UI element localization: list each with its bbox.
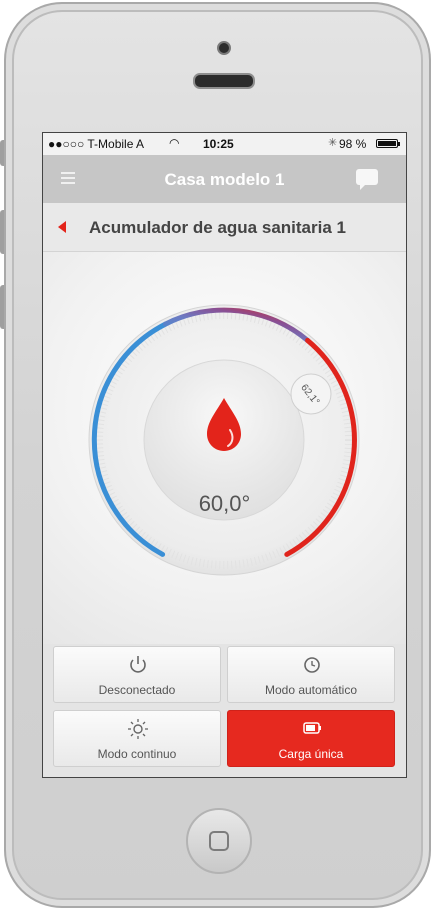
subheader: Acumulador de agua sanitaria 1 — [43, 203, 406, 252]
wifi-icon: ◠ — [169, 136, 180, 150]
mode-auto-button[interactable]: Modo automático — [227, 646, 395, 703]
mode-continuous-button[interactable]: Modo continuo — [53, 710, 221, 767]
sun-icon — [128, 719, 148, 739]
current-temperature: 60,0° — [198, 491, 251, 516]
back-arrow-icon[interactable] — [58, 221, 66, 233]
carrier-label: ●●○○○ T-Mobile A — [48, 137, 145, 151]
mode-continuous-label: Modo continuo — [97, 747, 177, 761]
power-icon — [130, 656, 146, 673]
clock-icon — [304, 657, 320, 673]
status-time: 10:25 — [203, 137, 234, 151]
app-screen: ●●○○○ T-Mobile A ◠ 10:25 ✳ 98 % Casa mod… — [42, 132, 407, 778]
mode-single-charge-button[interactable]: Carga única — [227, 710, 395, 767]
phone-frame: ●●○○○ T-Mobile A ◠ 10:25 ✳ 98 % Casa mod… — [0, 0, 437, 912]
chat-icon[interactable] — [356, 169, 378, 190]
mode-single-charge-label: Carga única — [278, 747, 344, 761]
temperature-dial[interactable]: 62,1° — [43, 252, 406, 644]
navbar: Casa modelo 1 — [43, 155, 406, 203]
mode-buttons: Desconectado Modo automático Modo contin… — [43, 644, 406, 777]
page-title: Casa modelo 1 — [164, 170, 285, 189]
battery-icon — [376, 139, 400, 148]
thermostat-panel: 62,1° 60,0° — [43, 252, 406, 644]
mode-off-button[interactable]: Desconectado — [53, 646, 221, 703]
battery-percent: 98 % — [339, 137, 367, 151]
status-bar: ●●○○○ T-Mobile A ◠ 10:25 ✳ 98 % — [43, 133, 406, 155]
home-square-icon — [209, 831, 229, 851]
home-button[interactable] — [186, 808, 252, 874]
battery-icon — [303, 722, 321, 734]
mode-off-label: Desconectado — [98, 683, 176, 697]
setpoint-handle[interactable]: 62,1° — [290, 373, 332, 415]
earpiece-speaker — [193, 73, 255, 89]
front-camera — [217, 41, 231, 55]
device-title: Acumulador de agua sanitaria 1 — [89, 218, 346, 237]
bluetooth-icon: ✳ — [328, 137, 338, 149]
mode-auto-label: Modo automático — [264, 683, 358, 697]
